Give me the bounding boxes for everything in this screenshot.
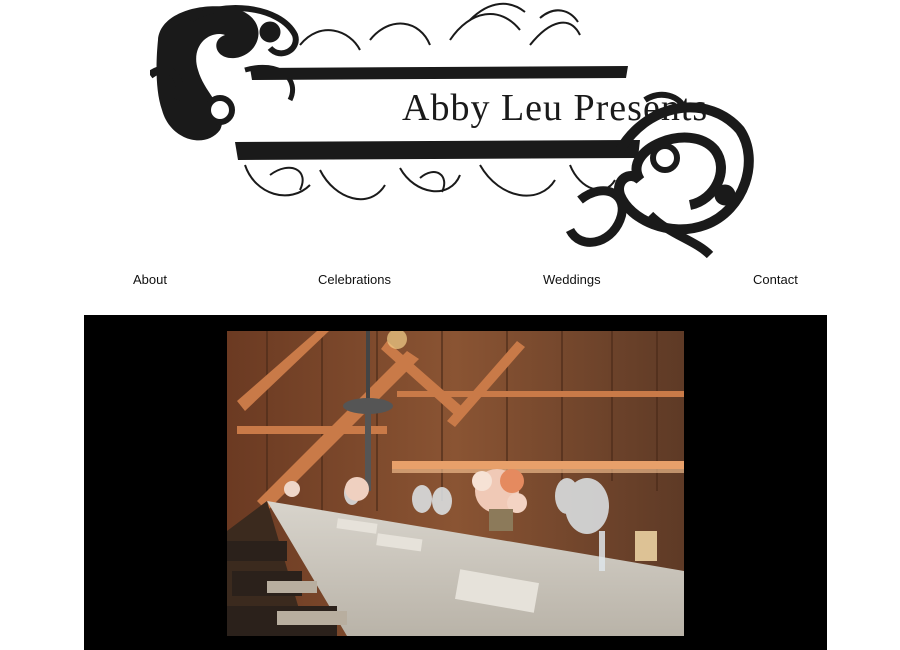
nav-item-contact[interactable]: Contact	[753, 272, 798, 287]
main-nav: About Celebrations Weddings Contact	[0, 272, 900, 294]
gallery-slideshow[interactable]	[84, 315, 827, 650]
barn-reception-image	[227, 331, 684, 636]
nav-item-celebrations[interactable]: Celebrations	[318, 272, 391, 287]
nav-item-weddings[interactable]: Weddings	[543, 272, 601, 287]
gallery-photo-barn-wedding-table[interactable]	[227, 331, 684, 636]
ornamental-swirl-graphic	[150, 2, 754, 259]
site-logo[interactable]: Abby Leu Presents	[150, 0, 760, 262]
nav-item-about[interactable]: About	[133, 272, 167, 287]
brand-title: Abby Leu Presents	[402, 87, 709, 129]
